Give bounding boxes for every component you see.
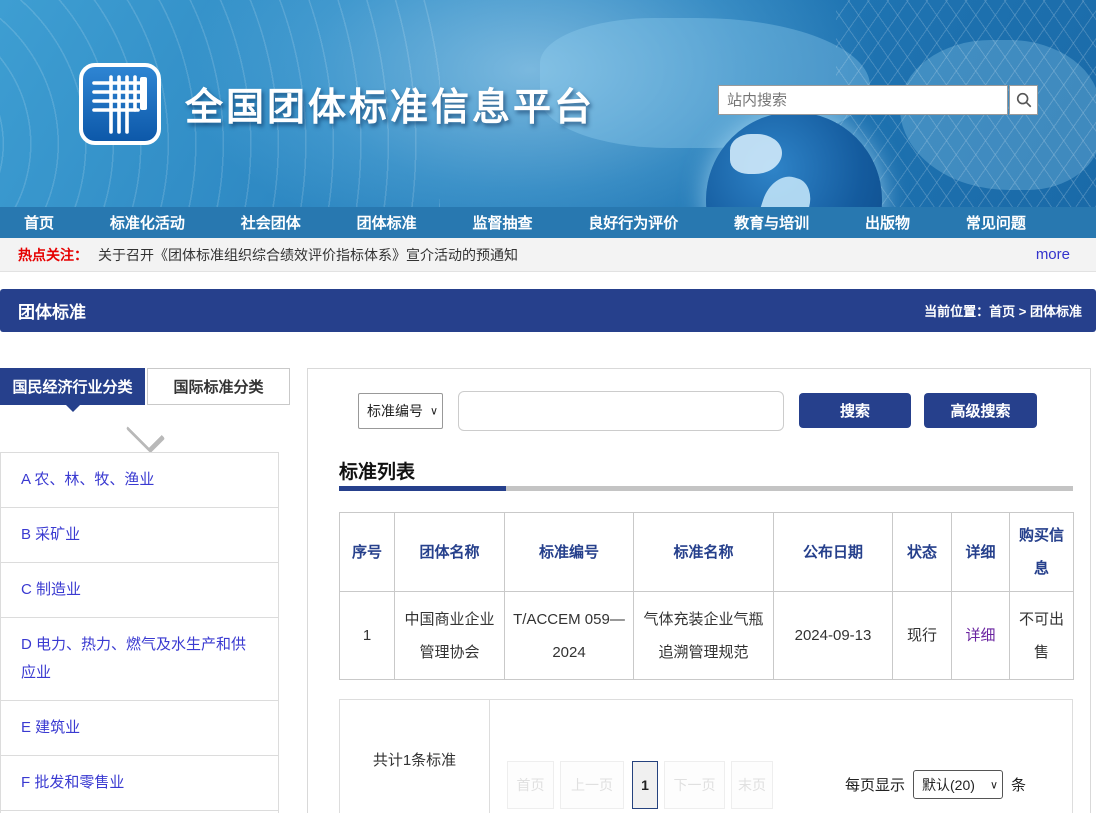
nav-item-education-training[interactable]: 教育与培训: [734, 212, 809, 233]
search-field-select[interactable]: 标准编号: [358, 393, 443, 429]
tab-national-economy-classification[interactable]: 国民经济行业分类: [0, 368, 145, 405]
table-header-row: 序号 团体名称 标准编号 标准名称 公布日期 状态 详细 购买信息: [340, 513, 1074, 592]
site-search-button[interactable]: [1009, 85, 1038, 115]
nav-item-publications[interactable]: 出版物: [865, 212, 910, 233]
search-field-select-wrap: 标准编号 ∨: [358, 393, 443, 429]
per-page-select-wrap: 默认(20) ∨: [913, 770, 1003, 799]
hot-topic-link[interactable]: 关于召开《团体标准组织综合绩效评价指标体系》宣介活动的预通知: [98, 245, 518, 265]
pagination-current-page[interactable]: 1: [632, 761, 658, 809]
nav-item-standardization-activities[interactable]: 标准化活动: [110, 212, 185, 233]
total-count: 共计1条标准: [340, 700, 490, 813]
list-heading: 标准列表: [339, 457, 415, 484]
site-logo-icon: [78, 62, 162, 146]
search-icon: [1015, 91, 1033, 109]
per-page-select[interactable]: 默认(20): [913, 770, 1003, 799]
nav-item-faq[interactable]: 常见问题: [966, 212, 1026, 233]
nav-item-supervision[interactable]: 监督抽查: [472, 212, 532, 233]
nav-item-group-standards[interactable]: 团体标准: [357, 212, 417, 233]
per-page-unit: 条: [1011, 774, 1026, 795]
tab-international-standard-classification[interactable]: 国际标准分类: [147, 368, 290, 405]
site-search-input[interactable]: [718, 85, 1008, 115]
col-index: 序号: [340, 513, 395, 592]
category-item-b[interactable]: B 采矿业: [1, 508, 278, 563]
table-row: 1 中国商业企业管理协会 T/ACCEM 059—2024 气体充装企业气瓶追溯…: [340, 592, 1074, 680]
category-item-f[interactable]: F 批发和零售业: [1, 756, 278, 811]
cell-name: 气体充装企业气瓶追溯管理规范: [634, 592, 774, 680]
content-panel: 标准编号 ∨ 搜索 高级搜索 标准列表 序号 团体名称 标准编号 标准名称 公布…: [307, 368, 1091, 813]
category-item-c[interactable]: C 制造业: [1, 563, 278, 618]
category-list: A 农、林、牧、渔业 B 采矿业 C 制造业 D 电力、热力、燃气及水生产和供应…: [0, 452, 279, 813]
cell-org: 中国商业企业管理协会: [395, 592, 505, 680]
pagination-prev-button[interactable]: 上一页: [560, 761, 624, 809]
heading-underline: [339, 486, 1073, 491]
page: 全国团体标准信息平台 首页 标准化活动 社会团体 团体标准 监督抽查 良好行为评…: [0, 0, 1096, 813]
cell-purchase: 不可出售: [1010, 592, 1074, 680]
col-purchase: 购买信息: [1010, 513, 1074, 592]
cell-code: T/ACCEM 059—2024: [505, 592, 634, 680]
nav-item-home[interactable]: 首页: [24, 212, 54, 233]
standard-search-input[interactable]: [458, 391, 784, 431]
page-title-bar: 团体标准 当前位置：首页 > 团体标准: [0, 289, 1096, 332]
pagination-last-button[interactable]: 末页: [731, 761, 773, 809]
category-item-a[interactable]: A 农、林、牧、渔业: [1, 453, 278, 508]
hot-topic-label: 热点关注：: [18, 245, 88, 265]
category-item-d[interactable]: D 电力、热力、燃气及水生产和供应业: [1, 618, 278, 701]
pagination-box: 共计1条标准 首页 上一页 1 下一页 末页 每页显示 默认(20) ∨ 条: [339, 699, 1073, 813]
cell-index: 1: [340, 592, 395, 680]
per-page-control: 每页显示 默认(20) ∨ 条: [845, 770, 1026, 799]
nav-item-good-practice-evaluation[interactable]: 良好行为评价: [588, 212, 678, 233]
per-page-label: 每页显示: [845, 774, 905, 795]
site-search: [718, 85, 1038, 115]
category-item-e[interactable]: E 建筑业: [1, 701, 278, 756]
col-detail: 详细: [952, 513, 1010, 592]
col-status: 状态: [893, 513, 952, 592]
advanced-search-button[interactable]: 高级搜索: [924, 393, 1037, 428]
tab-label: 国民经济行业分类: [12, 376, 132, 397]
cell-date: 2024-09-13: [774, 592, 893, 680]
nav-item-social-organizations[interactable]: 社会团体: [241, 212, 301, 233]
site-header: 全国团体标准信息平台: [0, 0, 1096, 207]
search-button[interactable]: 搜索: [799, 393, 911, 428]
heading-underline-accent: [339, 486, 506, 491]
standards-table: 序号 团体名称 标准编号 标准名称 公布日期 状态 详细 购买信息 1 中国商业…: [339, 512, 1074, 680]
site-title: 全国团体标准信息平台: [185, 76, 595, 131]
pagination-next-button[interactable]: 下一页: [664, 761, 725, 809]
col-code: 标准编号: [505, 513, 634, 592]
col-org: 团体名称: [395, 513, 505, 592]
pagination-first-button[interactable]: 首页: [507, 761, 554, 809]
main-nav: 首页 标准化活动 社会团体 团体标准 监督抽查 良好行为评价 教育与培训 出版物…: [0, 207, 1096, 238]
more-link[interactable]: more: [1036, 246, 1070, 263]
chevron-down-icon: [125, 412, 161, 448]
cell-status: 现行: [893, 592, 952, 680]
page-title: 团体标准: [18, 298, 86, 323]
col-date: 公布日期: [774, 513, 893, 592]
tab-label: 国际标准分类: [173, 376, 263, 397]
hot-topic-bar: 热点关注： 关于召开《团体标准组织综合绩效评价指标体系》宣介活动的预通知 mor…: [0, 238, 1096, 272]
detail-link[interactable]: 详细: [965, 627, 995, 644]
breadcrumb[interactable]: 当前位置：首页 > 团体标准: [924, 301, 1082, 320]
col-name: 标准名称: [634, 513, 774, 592]
cell-detail: 详细: [952, 592, 1010, 680]
